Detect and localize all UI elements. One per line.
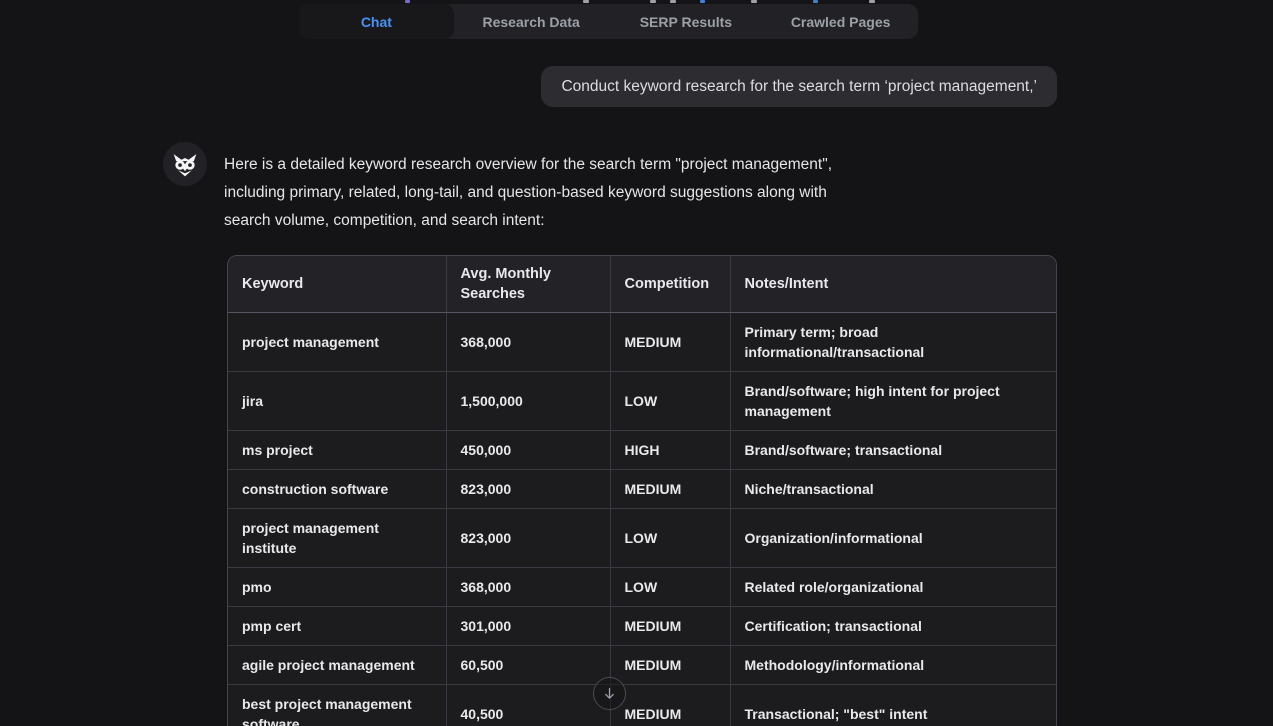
table-row: jira 1,500,000 LOW Brand/software; high … [228, 372, 1057, 431]
cell-competition: MEDIUM [610, 685, 730, 726]
cell-notes: Brand/software; transactional [730, 431, 1057, 470]
table-row: agile project management 60,500 MEDIUM M… [228, 646, 1057, 685]
cell-searches: 40,500 [446, 685, 610, 726]
cell-competition: MEDIUM [610, 313, 730, 372]
tab-crawled-pages[interactable]: Crawled Pages [763, 4, 918, 39]
cell-keyword: project management [228, 313, 446, 372]
tab-chat[interactable]: Chat [299, 4, 454, 39]
owl-icon [168, 147, 202, 181]
cell-competition: HIGH [610, 431, 730, 470]
cell-notes: Certification; transactional [730, 607, 1057, 646]
table-row: pmo 368,000 LOW Related role/organizatio… [228, 568, 1057, 607]
table-row: pmp cert 301,000 MEDIUM Certification; t… [228, 607, 1057, 646]
cell-keyword: project management institute [228, 509, 446, 568]
cell-competition: LOW [610, 568, 730, 607]
tab-serp-results[interactable]: SERP Results [609, 4, 764, 39]
cell-searches: 823,000 [446, 509, 610, 568]
table-row: project management 368,000 MEDIUM Primar… [228, 313, 1057, 372]
cell-searches: 1,500,000 [446, 372, 610, 431]
cell-notes: Methodology/informational [730, 646, 1057, 685]
tab-bar: Chat Research Data SERP Results Crawled … [299, 4, 918, 39]
cell-notes: Organization/informational [730, 509, 1057, 568]
table-header-row: Keyword Avg. Monthly Searches Competitio… [228, 256, 1057, 313]
cell-competition: MEDIUM [610, 607, 730, 646]
cell-searches: 823,000 [446, 470, 610, 509]
cell-searches: 301,000 [446, 607, 610, 646]
keyword-research-table: Keyword Avg. Monthly Searches Competitio… [227, 255, 1057, 726]
cell-competition: LOW [610, 509, 730, 568]
chat-panel: Chat Research Data SERP Results Crawled … [0, 0, 1273, 726]
table-row: best project management software 40,500 … [228, 685, 1057, 726]
cell-keyword: pmo [228, 568, 446, 607]
cell-keyword: construction software [228, 470, 446, 509]
cell-notes: Niche/transactional [730, 470, 1057, 509]
cell-notes: Related role/organizational [730, 568, 1057, 607]
arrow-down-icon [602, 686, 617, 701]
cell-searches: 60,500 [446, 646, 610, 685]
cell-keyword: ms project [228, 431, 446, 470]
cell-searches: 368,000 [446, 313, 610, 372]
cell-notes: Transactional; "best" intent [730, 685, 1057, 726]
user-message-bubble: Conduct keyword research for the search … [541, 66, 1057, 107]
cell-keyword: jira [228, 372, 446, 431]
cell-keyword: best project management software [228, 685, 446, 726]
scroll-to-bottom-button[interactable] [593, 677, 626, 710]
cell-searches: 450,000 [446, 431, 610, 470]
cell-competition: MEDIUM [610, 470, 730, 509]
table-row: project management institute 823,000 LOW… [228, 509, 1057, 568]
cell-competition: MEDIUM [610, 646, 730, 685]
user-message-text: Conduct keyword research for the search … [561, 78, 1037, 95]
table-row: ms project 450,000 HIGH Brand/software; … [228, 431, 1057, 470]
cell-notes: Primary term; broad informational/transa… [730, 313, 1057, 372]
assistant-avatar [163, 142, 207, 186]
header-notes-intent: Notes/Intent [730, 256, 1057, 313]
cell-competition: LOW [610, 372, 730, 431]
cell-keyword: agile project management [228, 646, 446, 685]
header-avg-monthly-searches: Avg. Monthly Searches [446, 256, 610, 313]
header-keyword: Keyword [228, 256, 446, 313]
table-row: construction software 823,000 MEDIUM Nic… [228, 470, 1057, 509]
cell-searches: 368,000 [446, 568, 610, 607]
header-competition: Competition [610, 256, 730, 313]
tab-research-data[interactable]: Research Data [454, 4, 609, 39]
cell-keyword: pmp cert [228, 607, 446, 646]
cell-notes: Brand/software; high intent for project … [730, 372, 1057, 431]
assistant-message: Here is a detailed keyword research over… [224, 151, 872, 235]
